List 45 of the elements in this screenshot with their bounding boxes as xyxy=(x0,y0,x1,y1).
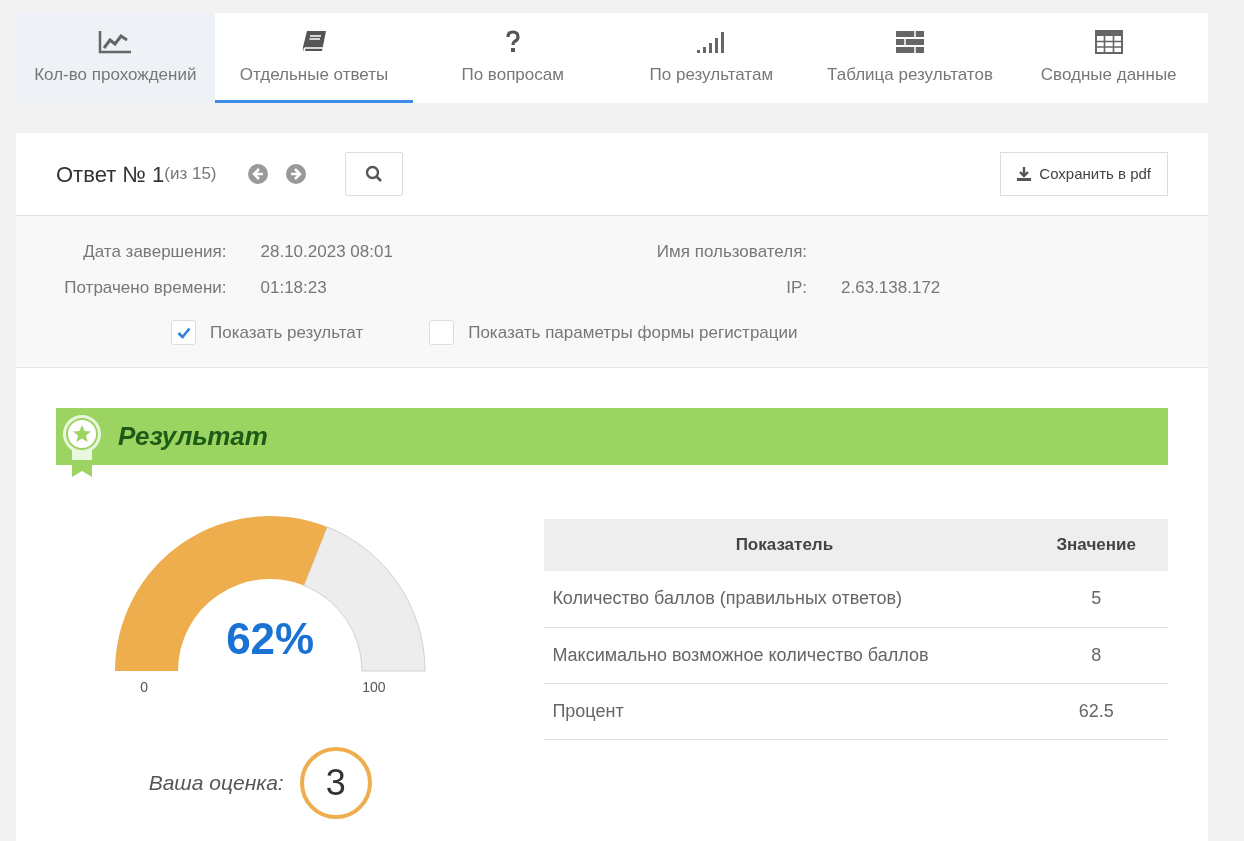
grid-icon xyxy=(1094,30,1123,55)
question-mark-icon xyxy=(504,30,521,55)
table-cell: 8 xyxy=(1024,627,1168,683)
info-label: IP: xyxy=(785,277,809,300)
column-header: Значение xyxy=(1024,519,1168,571)
line-chart-icon xyxy=(98,30,133,55)
grade-value: 3 xyxy=(299,747,372,819)
info-label: Потрачено времени: xyxy=(63,277,228,300)
tab[interactable]: Отдельные ответы xyxy=(214,13,414,103)
percent-reading: 62% xyxy=(225,617,316,661)
table-cell: 62.5 xyxy=(1024,683,1168,739)
search-button[interactable] xyxy=(344,152,403,196)
info-value: 2.63.138.172 xyxy=(841,277,942,300)
signal-bars-icon xyxy=(696,30,727,55)
table-cell: Количество баллов (правильных ответов) xyxy=(544,571,1025,627)
answer-count: (из 15) xyxy=(164,163,217,186)
checkbox[interactable] xyxy=(429,320,455,346)
search-icon xyxy=(364,165,383,183)
tab[interactable]: Кол-во прохождений xyxy=(16,13,215,103)
checkbox-label: Показать параметры формы регистрации xyxy=(468,322,798,344)
grade-label: Ваша оценка: xyxy=(148,770,284,797)
checkbox[interactable] xyxy=(171,320,196,346)
tab[interactable]: Таблица результатов xyxy=(810,13,1010,103)
previous-icon[interactable] xyxy=(246,163,269,185)
scale-max-label: 100 xyxy=(362,678,386,697)
info-label: Имя пользователя: xyxy=(655,241,809,264)
next-icon[interactable] xyxy=(284,163,307,185)
table-rows-icon xyxy=(895,30,925,55)
answer-title: Ответ № 1 xyxy=(56,160,165,189)
info-value: 01:18:23 xyxy=(260,277,328,300)
tab[interactable]: Сводные данные xyxy=(1009,13,1209,103)
column-header: Показатель xyxy=(544,519,1025,571)
checkbox-label: Показать результат xyxy=(210,322,364,344)
table-cell: Процент xyxy=(544,683,1025,739)
info-value: 28.10.2023 08:01 xyxy=(260,241,394,264)
download-icon xyxy=(1017,167,1032,181)
tab[interactable]: По результатам xyxy=(612,13,811,103)
checkmark-icon xyxy=(176,326,191,339)
table-cell: 5 xyxy=(1024,571,1168,627)
tab[interactable]: По вопросам xyxy=(413,13,612,103)
info-label: Дата завершения: xyxy=(82,241,228,264)
table-cell: Максимально возможное количество баллов xyxy=(544,627,1025,683)
save-pdf-button[interactable]: Сохранить в pdf xyxy=(1000,152,1168,196)
scale-min-label: 0 xyxy=(140,678,148,697)
result-heading: Результат xyxy=(118,420,268,453)
